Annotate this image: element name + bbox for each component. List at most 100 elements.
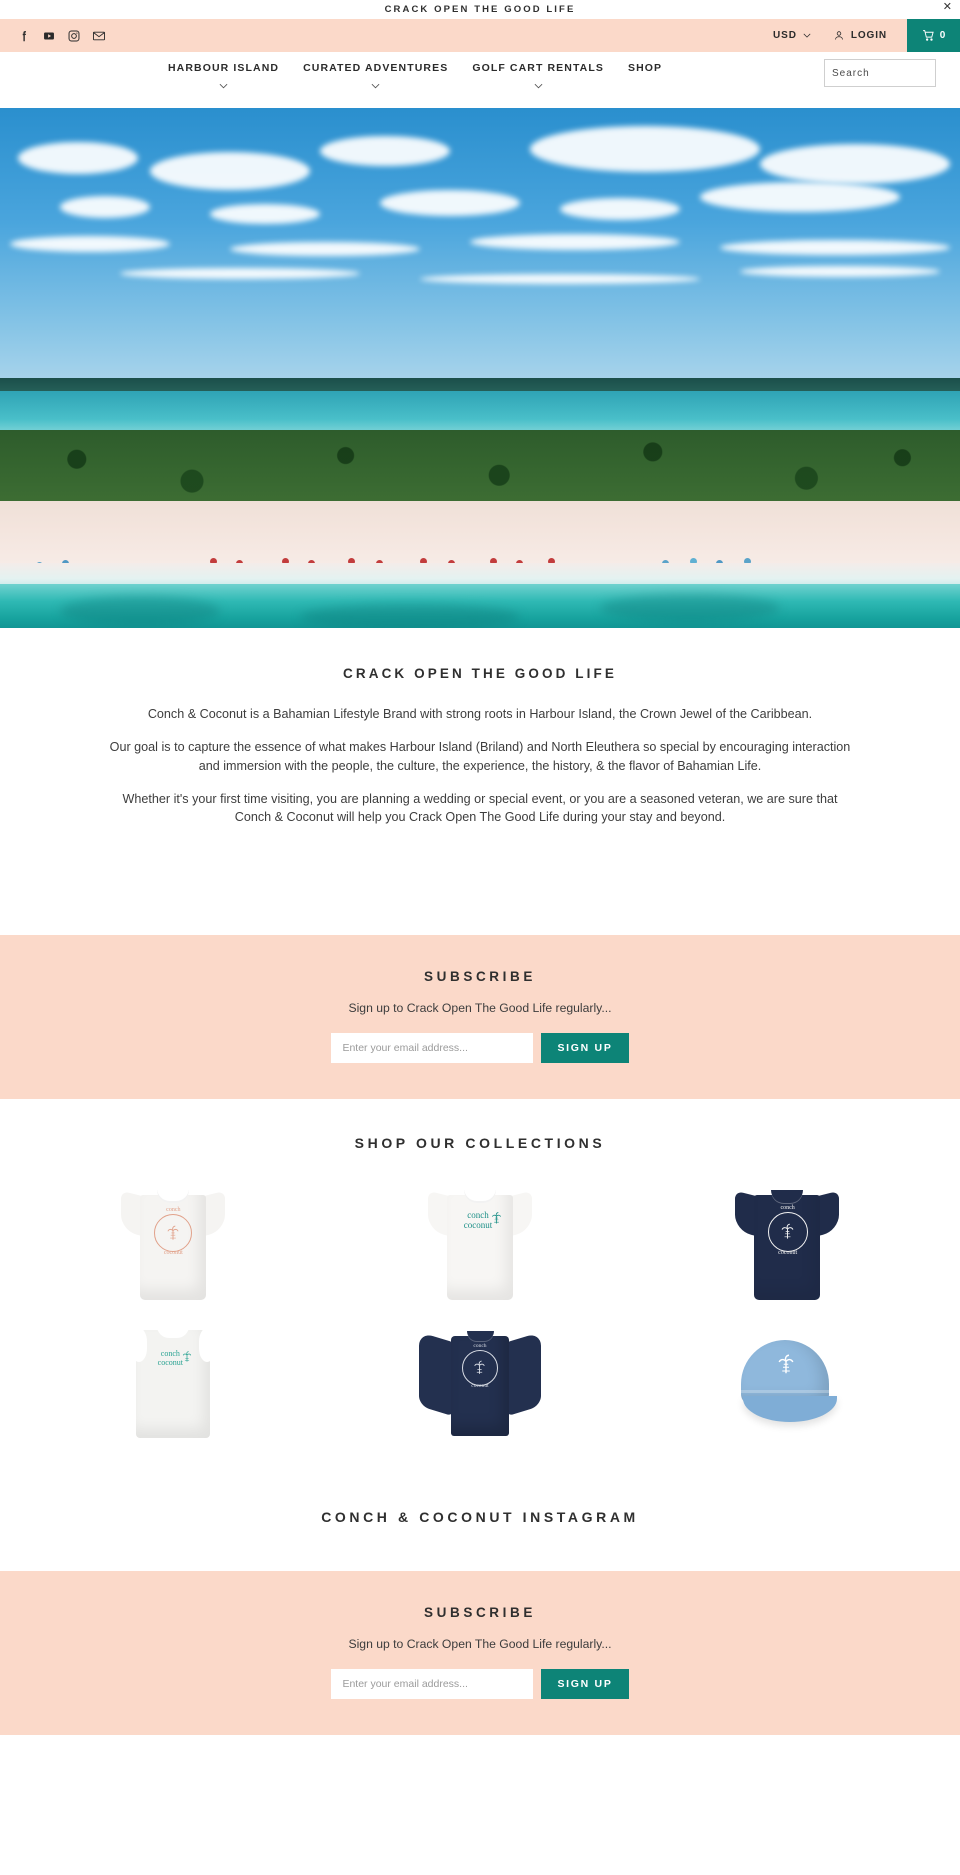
cloud (530, 126, 760, 172)
chevron-down-icon (803, 33, 811, 38)
cloud (320, 136, 450, 166)
email-field[interactable] (331, 1669, 534, 1700)
subscribe-heading: SUBSCRIBE (424, 969, 536, 985)
product-image: conch coconut (734, 1188, 839, 1301)
chevron-down-icon (371, 83, 380, 89)
email-field[interactable] (331, 1033, 534, 1064)
currency-label: USD (773, 30, 797, 41)
palm-tree-icon (183, 1351, 192, 1362)
subscribe-heading: SUBSCRIBE (424, 1605, 536, 1621)
sign-up-button[interactable]: SIGN UP (541, 1033, 629, 1064)
utility-right-group: USD LOGIN 0 (773, 19, 960, 52)
product-image (733, 1334, 841, 1430)
product-grid: conch coconut conch coconut conch coconu… (20, 1175, 940, 1451)
product-card-white-tee-teal-logo[interactable]: conch coconut (327, 1175, 634, 1313)
cloud (18, 142, 138, 174)
announcement-bar: CRACK OPEN THE GOOD LIFE ✕ (0, 0, 960, 19)
product-image: conch coconut (427, 1188, 532, 1301)
facebook-icon[interactable] (17, 29, 31, 43)
chevron-down-icon (219, 83, 228, 89)
nav-label: HARBOUR ISLAND (168, 62, 280, 74)
palm-tree-icon (167, 1225, 179, 1240)
cloud (760, 144, 950, 184)
cart-icon (922, 30, 934, 41)
brand-word-top: conch (166, 1207, 181, 1214)
product-card-white-tee-coral-logo[interactable]: conch coconut (20, 1175, 327, 1313)
about-section: CRACK OPEN THE GOOD LIFE Conch & Coconut… (0, 628, 960, 935)
nav-item-curated-adventures[interactable]: CURATED ADVENTURES (303, 62, 448, 89)
youtube-icon[interactable] (42, 29, 56, 43)
cloud (60, 196, 150, 218)
login-button[interactable]: LOGIN (833, 29, 907, 42)
nav-item-shop[interactable]: SHOP (628, 62, 662, 74)
subscribe-section-bottom: SUBSCRIBE Sign up to Crack Open The Good… (0, 1571, 960, 1736)
instagram-section: CONCH & COCONUT INSTAGRAM (0, 1465, 960, 1571)
cloud (560, 198, 680, 220)
collections-section: SHOP OUR COLLECTIONS conch coconut conch (0, 1099, 960, 1465)
brand-logo-circle (767, 1212, 808, 1253)
about-heading: CRACK OPEN THE GOOD LIFE (343, 666, 617, 681)
subscribe-subtext: Sign up to Crack Open The Good Life regu… (348, 1001, 612, 1016)
product-card-light-blue-cap-white-logo[interactable] (633, 1313, 940, 1451)
cloud (700, 182, 900, 212)
brand-word-bottom: coconut (778, 1250, 798, 1257)
hero-vegetation (0, 430, 960, 504)
collections-heading: SHOP OUR COLLECTIONS (354, 1135, 606, 1152)
cloud (720, 240, 950, 255)
nav-item-golf-cart-rentals[interactable]: GOLF CART RENTALS (472, 62, 604, 89)
product-card-navy-tee-white-logo[interactable]: conch coconut (633, 1175, 940, 1313)
subscribe-section-top: SUBSCRIBE Sign up to Crack Open The Good… (0, 935, 960, 1100)
cloud (470, 234, 680, 250)
sign-up-button[interactable]: SIGN UP (541, 1669, 629, 1700)
nav-label: GOLF CART RENTALS (472, 62, 604, 74)
nav-label: SHOP (627, 62, 663, 74)
product-card-white-tank-teal-logo[interactable]: conch coconut (20, 1313, 327, 1451)
palm-tree-icon (778, 1354, 794, 1374)
cloud (210, 204, 320, 224)
product-image: conch coconut (121, 1188, 226, 1301)
announcement-text: CRACK OPEN THE GOOD LIFE (384, 4, 576, 15)
about-paragraph-1: Conch & Coconut is a Bahamian Lifestyle … (147, 707, 813, 721)
subscribe-form: SIGN UP (0, 1669, 960, 1700)
hero-image (0, 108, 960, 628)
search-input[interactable] (832, 67, 960, 79)
currency-selector[interactable]: USD (773, 30, 833, 41)
brand-word-top: conch (780, 1205, 795, 1212)
instagram-icon[interactable] (67, 29, 81, 43)
brand-word-top: conch (473, 1343, 487, 1350)
palm-tree-icon (491, 1212, 502, 1224)
reef-patch (600, 594, 780, 622)
brand-logo-circle (461, 1350, 498, 1387)
cart-button[interactable]: 0 (907, 19, 960, 52)
brand-word-bottom: coconut (471, 1383, 489, 1390)
product-image: conch coconut (418, 1328, 542, 1437)
email-icon[interactable] (92, 29, 106, 43)
search-box[interactable] (824, 59, 960, 87)
nav-item-harbour-island[interactable]: HARBOUR ISLAND (168, 62, 279, 89)
reef-patch (60, 596, 220, 626)
cloud (420, 274, 700, 284)
subscribe-subtext: Sign up to Crack Open The Good Life regu… (348, 1637, 612, 1652)
main-navigation: HARBOUR ISLAND CURATED ADVENTURES GOLF C… (0, 52, 960, 108)
login-label: LOGIN (850, 30, 887, 41)
subscribe-form: SIGN UP (0, 1033, 960, 1064)
product-image: conch coconut (130, 1326, 216, 1439)
utility-bar: USD LOGIN 0 (0, 19, 960, 52)
palm-tree-icon (781, 1223, 794, 1239)
close-icon[interactable]: ✕ (943, 2, 952, 13)
product-card-navy-long-sleeve-white-logo[interactable]: conch coconut (327, 1313, 634, 1451)
about-paragraph-2: Our goal is to capture the essence of wh… (109, 740, 851, 773)
about-paragraph-3: Whether it's your first time visiting, y… (122, 791, 838, 824)
cloud (10, 236, 170, 252)
palm-tree-icon (474, 1360, 486, 1375)
user-icon (834, 31, 843, 40)
chevron-down-icon (534, 83, 543, 89)
cloud (120, 268, 360, 279)
nav-link-list: HARBOUR ISLAND CURATED ADVENTURES GOLF C… (168, 62, 662, 89)
cart-count: 0 (939, 30, 946, 41)
nav-label: CURATED ADVENTURES (303, 62, 449, 74)
instagram-heading: CONCH & COCONUT INSTAGRAM (321, 1509, 639, 1526)
social-links (0, 29, 106, 43)
cloud (380, 190, 520, 216)
cloud (740, 266, 940, 277)
